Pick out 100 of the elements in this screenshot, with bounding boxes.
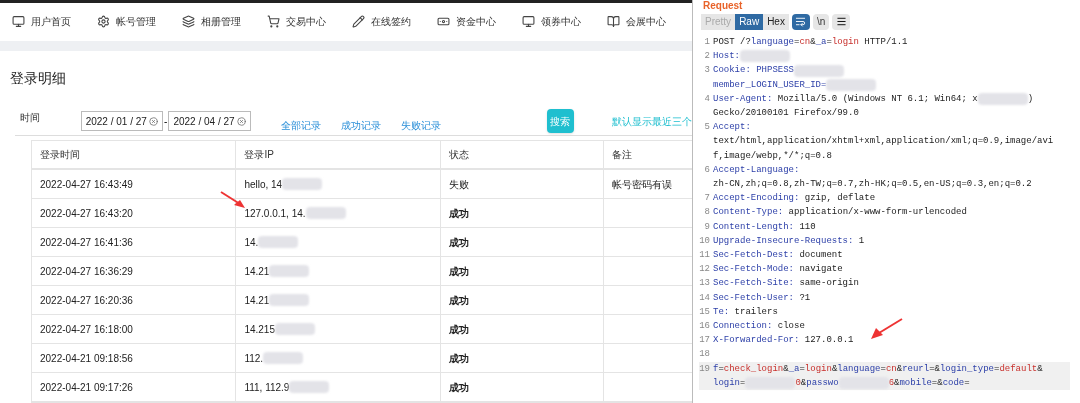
nav-item[interactable]: 资金中心 [437, 14, 522, 30]
code-text: X-Forwarded-For: [713, 334, 800, 348]
code-text: text/html,application/xhtml+xml,application/xml;q=0.9,image/avi [713, 135, 1054, 149]
view-tab[interactable]: Raw [735, 13, 764, 30]
code-text: Accept-Language: [713, 163, 800, 177]
code-text: & [1037, 362, 1043, 376]
code-text: Mozilla/5.0 (Windows NT 6.1; Win64; x [776, 92, 978, 106]
view-tab[interactable]: Hex [763, 13, 789, 30]
nav-item[interactable]: 用户首页 [12, 14, 97, 30]
filter-link[interactable]: 失败记录 [400, 117, 441, 133]
code-text: Accept: [713, 121, 751, 135]
nav-item[interactable]: 在线签约 [352, 14, 437, 30]
filter-link[interactable]: 全部记录 [280, 117, 321, 133]
monitor-icon [12, 15, 25, 29]
table-cell-text: 111, 112.9 [244, 380, 290, 395]
layers-icon [182, 15, 195, 29]
nav-item[interactable]: 帐号管理 [97, 14, 182, 30]
code-text: language [750, 36, 795, 49]
code-text: login_type [939, 362, 994, 376]
redaction-blur [282, 178, 323, 190]
date-field[interactable]: 2022 / 01 / 27 [80, 111, 164, 131]
nav-item[interactable]: 领券中心 [522, 14, 607, 30]
code-text: code [942, 376, 965, 390]
code-text: reurl [902, 362, 930, 376]
line-number: 14 [699, 292, 710, 303]
code-text: & [831, 362, 838, 376]
code-text: login [713, 376, 740, 390]
cart-icon [267, 15, 280, 29]
code-text: 0 [795, 376, 801, 390]
table-cell-text: 14.215 [244, 322, 275, 337]
line-number: 11 [699, 250, 710, 261]
page-title: 登录明细 [10, 69, 67, 88]
code-text: = [964, 376, 970, 390]
code-text: _a [815, 36, 827, 49]
code-text: = [740, 376, 746, 390]
code-text: member_LOGIN_USER_ID= [713, 78, 827, 92]
code-text: = [993, 362, 1000, 376]
status-text: 成功 [448, 322, 469, 337]
code-text: & [894, 376, 900, 390]
menu-icon [835, 16, 847, 27]
clear-icon[interactable] [236, 116, 246, 126]
clear-icon[interactable] [149, 116, 159, 126]
code-text: f,image/webp,*/*;q=0.8 [713, 149, 832, 163]
column-header: 状态 [440, 141, 605, 168]
wrap-button[interactable] [791, 13, 810, 30]
wrap-icon [795, 16, 807, 27]
status-text: 成功 [448, 235, 469, 250]
arrow-annotation [220, 191, 246, 209]
status-text: 成功 [448, 206, 469, 221]
table-cell: 2022-04-21 09:18:56 [32, 344, 237, 372]
redaction-blur [826, 78, 877, 91]
code-text: ?1 [798, 291, 811, 305]
code-text: Sec-Fetch-Dest: [713, 249, 794, 263]
status-text: 成功 [448, 380, 469, 395]
table-cell: 2022-04-27 16:36:29 [32, 257, 237, 285]
line-number: 8 [704, 207, 710, 218]
column-header: 登录IP [236, 141, 441, 168]
status-text: 成功 [448, 351, 469, 366]
menu-button[interactable] [832, 13, 851, 30]
code-text: & [783, 362, 789, 376]
code-text: language [837, 362, 881, 376]
column-header: 登录时间 [32, 141, 237, 168]
code-text: Te: [713, 305, 730, 319]
newline-button[interactable]: \n [812, 13, 830, 30]
panel-title: Request [702, 0, 744, 11]
line-number: 6 [704, 164, 710, 175]
line-number: 5 [704, 122, 710, 133]
nav-item[interactable]: 交易中心 [267, 14, 352, 30]
redaction-blur [305, 207, 346, 219]
line-number: 10 [699, 235, 710, 246]
line-number: 15 [699, 306, 710, 317]
code-text: 110 [798, 220, 816, 234]
date-field[interactable]: 2022 / 04 / 27 [168, 111, 251, 131]
code-text: login [804, 362, 832, 376]
nav-item[interactable]: 会展中心 [607, 14, 692, 30]
redaction-blur [838, 376, 889, 389]
redaction-blur [269, 294, 310, 306]
code-text: Upgrade-Insecure-Requests: [713, 234, 854, 248]
filter-label: 时间 [20, 110, 41, 125]
nav-item[interactable]: 相册管理 [182, 14, 267, 30]
code-text: = [718, 362, 724, 376]
code-text: navigate [798, 263, 843, 277]
line-number: 1 [704, 37, 710, 47]
code-text: gzip, deflate [803, 192, 876, 206]
line-number: 18 [699, 349, 710, 360]
code-text: passwo [806, 376, 839, 390]
filter-link[interactable]: 成功记录 [340, 117, 381, 133]
code-text: Content-Type: [713, 206, 784, 220]
line-number: 2 [704, 51, 710, 62]
code-text: Gecko/20100101 Firefox/99.0 [713, 107, 859, 120]
table-cell: 2022-04-27 16:43:49 [32, 170, 237, 198]
code-text: check_login [723, 362, 784, 376]
table-cell-text: hello, 14 [244, 177, 283, 192]
line-number: 4 [704, 93, 710, 104]
code-text: = [880, 362, 886, 376]
code-text: document [798, 249, 843, 263]
code-text: same-origin [798, 277, 859, 291]
code-text: Content-Length: [713, 220, 794, 234]
date-separator: - [164, 114, 168, 129]
book-icon [607, 15, 620, 29]
